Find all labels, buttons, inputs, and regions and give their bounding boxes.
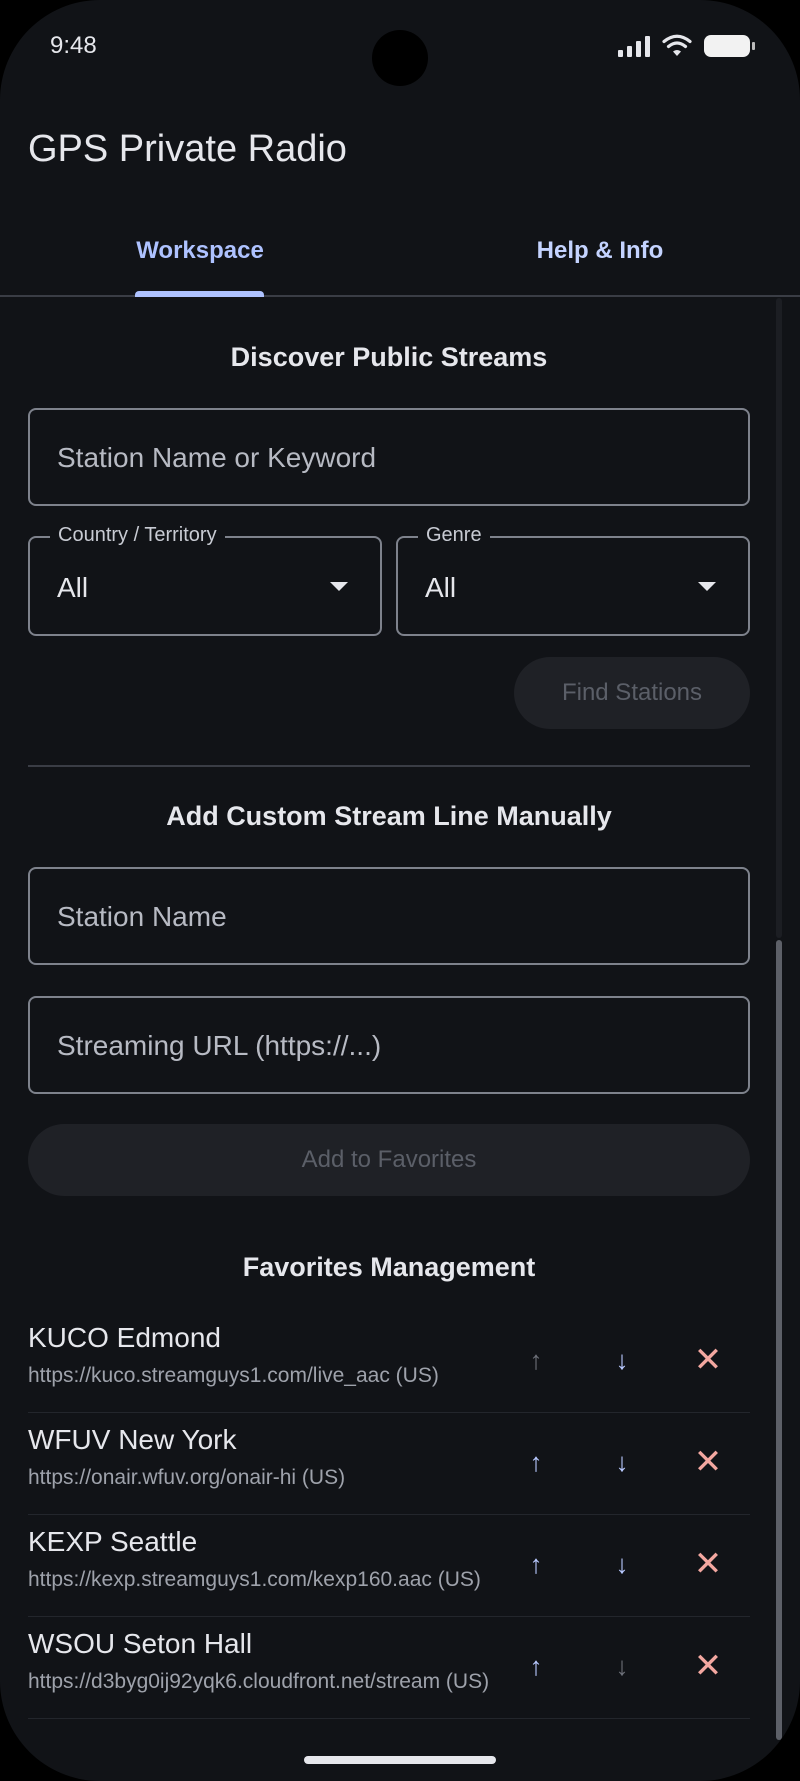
station-search-input[interactable]: Station Name or Keyword <box>28 408 750 506</box>
streaming-url-placeholder: Streaming URL (https://...) <box>57 1030 382 1061</box>
find-stations-button[interactable]: Find Stations <box>514 657 750 729</box>
custom-stream-heading: Add Custom Stream Line Manually <box>166 801 612 831</box>
country-label: Country / Territory <box>50 524 225 547</box>
favorite-url: https://kuco.streamguys1.com/live_aac (U… <box>28 1364 439 1387</box>
discover-heading: Discover Public Streams <box>230 342 548 372</box>
arrow-down-icon[interactable]: ↓ <box>596 1334 648 1386</box>
close-icon[interactable]: ✕ <box>682 1334 734 1386</box>
status-icons <box>618 34 755 58</box>
country-select[interactable]: Country / Territory All <box>28 524 382 636</box>
favorite-row: KEXP Seattle https://kexp.streamguys1.co… <box>28 1514 750 1617</box>
dropdown-caret-icon <box>698 582 716 591</box>
tab-indicator <box>135 291 264 297</box>
battery-icon <box>704 35 755 57</box>
tab-bar: Workspace Help & Info <box>0 215 800 297</box>
genre-select[interactable]: Genre All <box>396 524 750 636</box>
close-icon[interactable]: ✕ <box>682 1538 734 1590</box>
dropdown-caret-icon <box>330 582 348 591</box>
favorites-heading: Favorites Management <box>242 1252 536 1282</box>
genre-value: All <box>425 572 457 603</box>
close-icon[interactable]: ✕ <box>682 1436 734 1488</box>
streaming-url-input[interactable]: Streaming URL (https://...) <box>28 996 750 1094</box>
add-to-favorites-button[interactable]: Add to Favorites <box>28 1124 750 1196</box>
arrow-up-icon[interactable]: ↑ <box>510 1436 562 1488</box>
signal-icon <box>618 35 650 57</box>
front-camera <box>372 30 428 86</box>
favorite-url: https://onair.wfuv.org/onair-hi (US) <box>28 1466 346 1489</box>
favorite-row: KUCO Edmond https://kuco.streamguys1.com… <box>28 1310 750 1413</box>
wifi-icon <box>662 34 692 56</box>
genre-label: Genre <box>418 524 490 547</box>
tab-help-info[interactable]: Help & Info <box>400 237 800 265</box>
scroll-track <box>776 298 782 938</box>
section-divider <box>28 765 750 767</box>
station-search-placeholder: Station Name or Keyword <box>57 442 377 473</box>
arrow-down-icon[interactable]: ↓ <box>596 1538 648 1590</box>
home-indicator[interactable] <box>304 1756 496 1764</box>
station-name-placeholder: Station Name <box>57 901 227 932</box>
scrollbar[interactable] <box>776 940 782 1740</box>
favorite-name: WSOU Seton Hall <box>28 1628 253 1659</box>
station-name-input[interactable]: Station Name <box>28 867 750 965</box>
favorite-name: KEXP Seattle <box>28 1526 198 1557</box>
favorite-url: https://kexp.streamguys1.com/kexp160.aac… <box>28 1568 481 1591</box>
favorite-row: WSOU Seton Hall https://d3byg0ij92yqk6.c… <box>28 1616 750 1719</box>
favorite-url: https://d3byg0ij92yqk6.cloudfront.net/st… <box>28 1670 490 1693</box>
country-value: All <box>57 572 89 603</box>
arrow-up-icon[interactable]: ↑ <box>510 1640 562 1692</box>
arrow-down-icon[interactable]: ↓ <box>596 1640 648 1692</box>
arrow-up-icon[interactable]: ↑ <box>510 1538 562 1590</box>
favorite-row: WFUV New York https://onair.wfuv.org/ona… <box>28 1412 750 1515</box>
arrow-up-icon[interactable]: ↑ <box>510 1334 562 1386</box>
status-time: 9:48 <box>50 32 97 59</box>
favorite-name: WFUV New York <box>28 1424 237 1455</box>
favorite-name: KUCO Edmond <box>28 1322 221 1353</box>
arrow-down-icon[interactable]: ↓ <box>596 1436 648 1488</box>
close-icon[interactable]: ✕ <box>682 1640 734 1692</box>
phone-screen: 9:48 GPS Private Radio Workspace Help & … <box>0 0 800 1781</box>
tab-workspace[interactable]: Workspace <box>0 237 400 265</box>
app-title: GPS Private Radio <box>28 128 347 170</box>
